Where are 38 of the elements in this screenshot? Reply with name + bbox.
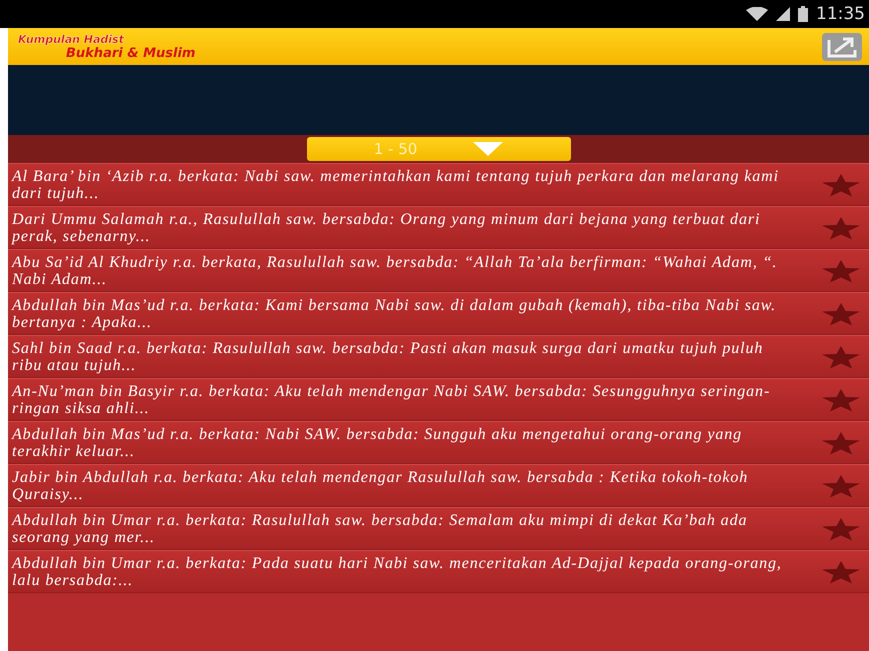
hadith-excerpt: Al Bara’ bin ‘Azib r.a. berkata: Nabi saw. memerintahkan kami tentang tujuh perkara dan melarang kami dari tujuh... (12, 168, 780, 202)
star-icon[interactable] (821, 344, 861, 368)
star-icon[interactable] (821, 302, 861, 326)
wifi-icon (746, 7, 768, 21)
star-icon[interactable] (821, 216, 861, 240)
share-button[interactable] (821, 32, 863, 62)
hadith-row[interactable]: Abdullah bin Umar r.a. berkata: Rasulullah saw. bersabda: Semalam aku mimpi di dekat Ka’bah ada seorang yang mer... (8, 507, 869, 550)
hadith-excerpt: Sahl bin Saad r.a. berkata: Rasulullah saw. bersabda: Pasti akan masuk surga dari umatku tujuh puluh ribu atau tujuh... (12, 340, 764, 374)
hadith-row[interactable]: Abu Sa’id Al Khudriy r.a. berkata, Rasulullah saw. bersabda: “Allah Ta’ala berfirman: “Wahai Adam, “. Nabi Adam... (8, 249, 869, 292)
hadith-row[interactable]: Abdullah bin Mas’ud r.a. berkata: Kami bersama Nabi saw. di dalam gubah (kemah), tiba-tiba Nabi saw. bertanya : Apaka... (8, 292, 869, 335)
app-title: Kumpulan Hadist (18, 32, 126, 46)
star-icon[interactable] (821, 474, 861, 498)
hadith-excerpt: Abdullah bin Mas’ud r.a. berkata: Kami bersama Nabi saw. di dalam gubah (kemah), tiba-tiba Nabi saw. bertanya : Apaka... (12, 296, 778, 330)
hadith-excerpt: Abdullah bin Umar r.a. berkata: Rasulullah saw. bersabda: Semalam aku mimpi di dekat Ka’bah ada seorang yang mer... (12, 512, 748, 546)
star-icon[interactable] (821, 430, 861, 454)
hadith-row[interactable]: Sahl bin Saad r.a. berkata: Rasulullah saw. bersabda: Pasti akan masuk surga dari umatku tujuh puluh ribu atau tujuh... (8, 335, 869, 378)
star-icon[interactable] (821, 388, 861, 412)
hadith-excerpt: Dari Ummu Salamah r.a., Rasulullah saw. bersabda: Orang yang minum dari bejana yang terbuat dari perak, sebenarny... (12, 210, 762, 244)
hadith-excerpt: An-Nu’man bin Basyir r.a. berkata: Aku telah mendengar Nabi SAW. bersabda: Sesungguhnya seringan-ringan siksa ahli... (12, 382, 772, 416)
status-time: 11:35 (816, 4, 865, 24)
hadith-excerpt: Jabir bin Abdullah r.a. berkata: Aku telah mendengar Rasulullah saw. bersabda : Ketika tokoh-tokoh Quraisy... (12, 468, 750, 502)
hadith-row[interactable]: Al Bara’ bin ‘Azib r.a. berkata: Nabi saw. memerintahkan kami tentang tujuh perkara dan melarang kami dari tujuh... (8, 163, 869, 206)
hadith-excerpt: Abu Sa’id Al Khudriy r.a. berkata, Rasulullah saw. bersabda: “Allah Ta’ala berfirman: “Wahai Adam, “. Nabi Adam... (12, 254, 778, 288)
caret-icon (473, 142, 504, 156)
battery-icon (798, 6, 808, 22)
hadith-row[interactable]: Jabir bin Abdullah r.a. berkata: Aku telah mendengar Rasulullah saw. bersabda : Ketika tokoh-tokoh Quraisy... (8, 464, 869, 507)
hadith-row[interactable]: Dari Ummu Salamah r.a., Rasulullah saw. bersabda: Orang yang minum dari bejana yang terbuat dari perak, sebenarny... (8, 206, 869, 249)
hadith-excerpt: Abdullah bin Umar r.a. berkata: Pada suatu hari Nabi saw. menceritakan Ad-Dajjal kepada orang-orang, lalu bersabda:... (12, 554, 783, 588)
star-icon[interactable] (821, 560, 861, 584)
hadith-excerpt: Abdullah bin Mas’ud r.a. berkata: Nabi SAW. bersabda: Sungguh aku mengetahui orang-orang yang terakhir keluar... (12, 426, 744, 460)
star-icon[interactable] (821, 172, 861, 196)
hadith-row[interactable]: Abdullah bin Mas’ud r.a. berkata: Nabi SAW. bersabda: Sungguh aku mengetahui orang-orang yang terakhir keluar... (8, 421, 869, 464)
star-icon[interactable] (821, 258, 861, 282)
star-icon[interactable] (821, 516, 861, 540)
hadith-row[interactable]: Abdullah bin Umar r.a. berkata: Pada suatu hari Nabi saw. menceritakan Ad-Dajjal kepada orang-orang, lalu bersabda:... (8, 550, 869, 593)
app-subtitle: Bukhari & Muslim (66, 46, 196, 60)
hadith-row[interactable]: An-Nu’man bin Basyir r.a. berkata: Aku telah mendengar Nabi SAW. bersabda: Sesungguhnya seringan-ringan siksa ahli... (8, 378, 869, 421)
signal-icon (776, 7, 790, 21)
